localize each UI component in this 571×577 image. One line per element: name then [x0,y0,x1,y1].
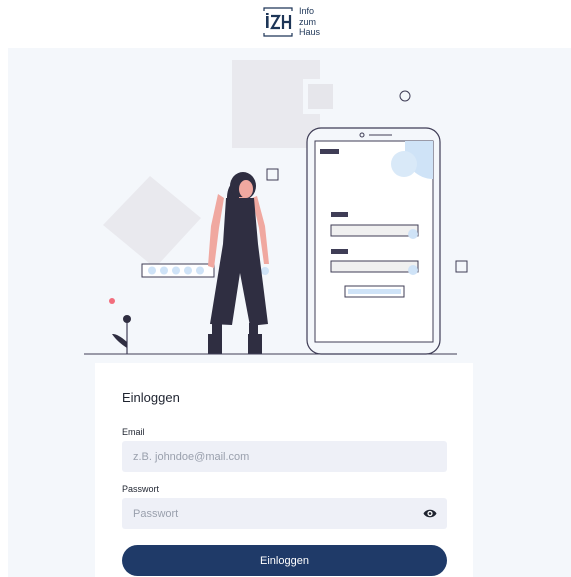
logo-line-info: Info [299,6,315,16]
login-illustration [84,60,468,355]
password-field[interactable] [122,498,447,529]
site-header: Info zum Haus [0,0,571,46]
password-label: Passwort [122,484,160,494]
logo-line-haus: Haus [299,27,321,37]
login-card: Einloggen Email Passwort Einloggen [95,363,473,577]
login-title: Einloggen [122,390,180,405]
deco-square-outline-right [455,260,468,273]
woman-illustration [208,172,269,354]
login-button[interactable]: Einloggen [122,545,447,576]
deco-diamond [103,176,201,268]
email-label: Email [122,427,145,437]
eye-icon[interactable] [423,508,437,519]
logo-text: Info zum Haus [299,6,320,38]
page-body: Einloggen Email Passwort Einloggen [8,48,571,577]
logo[interactable]: Info zum Haus [262,4,332,40]
izh-logo-icon [263,7,293,37]
email-field[interactable] [122,441,447,472]
phone-illustration [306,127,441,355]
plant-illustration [109,298,131,354]
logo-line-zum: zum [299,16,317,27]
deco-circle [399,90,411,102]
deco-square-outline-left [266,168,279,181]
deco-square-small [308,84,333,109]
